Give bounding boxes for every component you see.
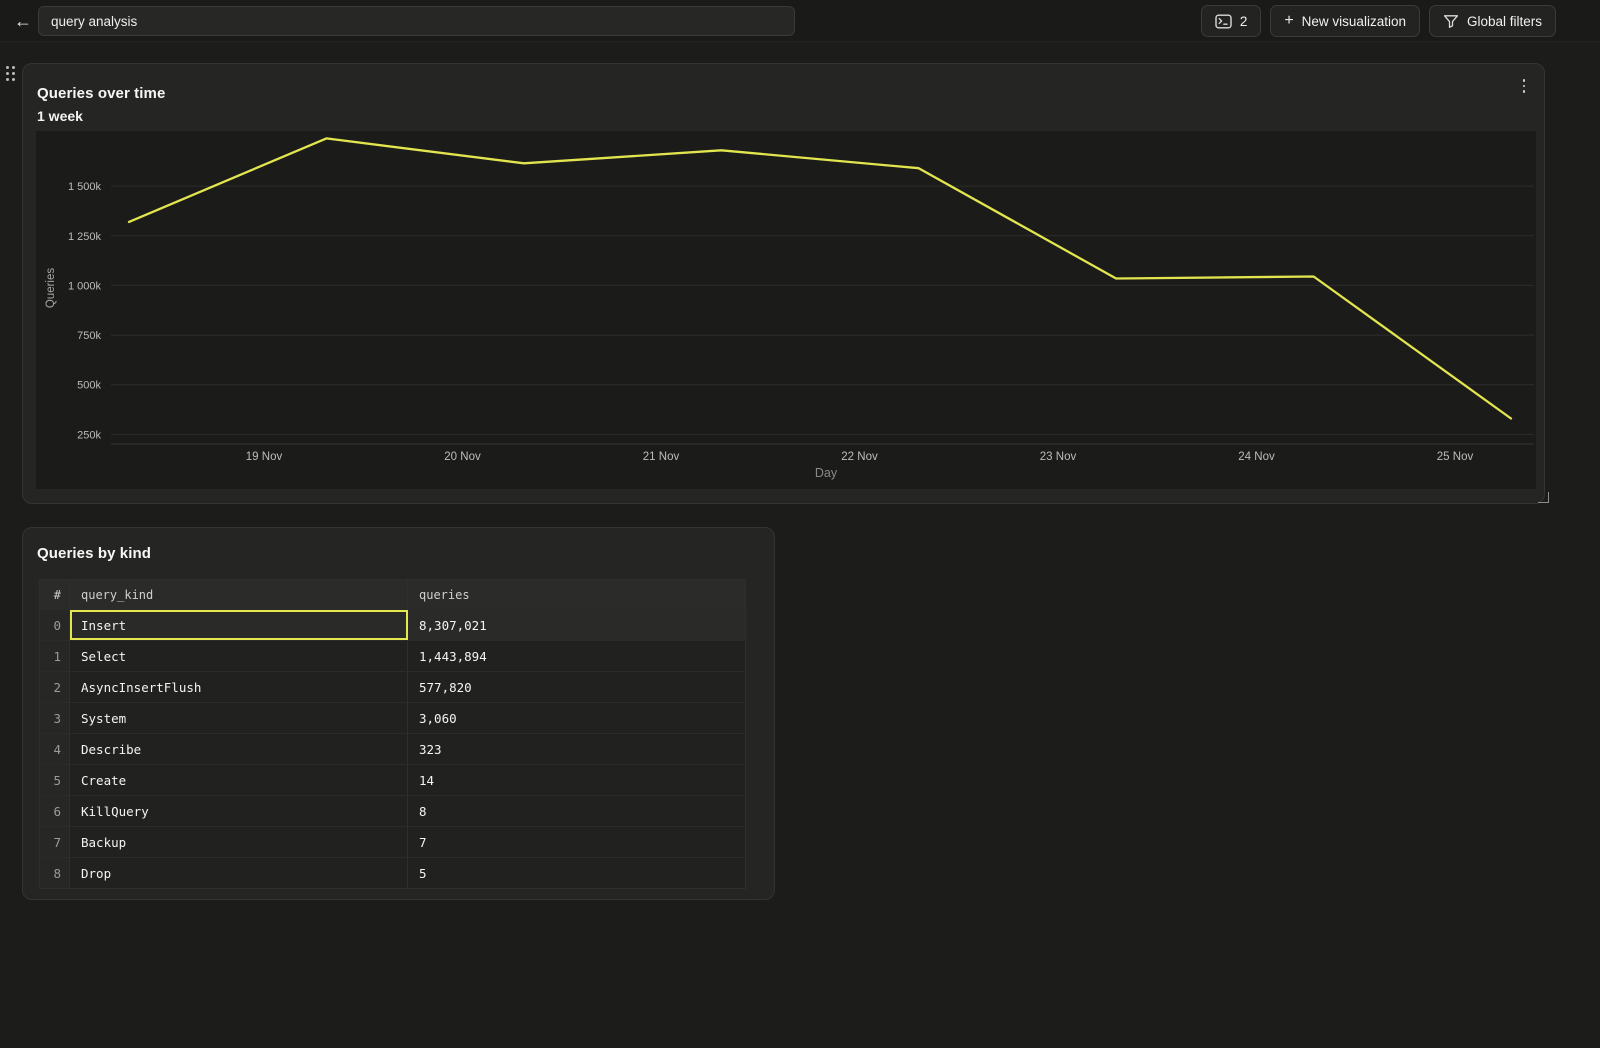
dashboard-title-input[interactable] — [38, 6, 795, 36]
queries-value-cell[interactable]: 5 — [408, 858, 745, 888]
y-tick-label: 500k — [77, 380, 101, 392]
table-row: 8Drop5 — [40, 857, 745, 888]
table-row: 3System3,060 — [40, 702, 745, 733]
queries-value-cell[interactable]: 323 — [408, 734, 745, 764]
x-tick-label: 23 Nov — [1040, 451, 1077, 463]
query-kind-cell[interactable]: System — [70, 703, 408, 733]
table-row: 4Describe323 — [40, 733, 745, 764]
row-index-cell: 8 — [40, 858, 70, 888]
panel-drag-handle-icon[interactable] — [6, 66, 22, 84]
queries-value-cell[interactable]: 3,060 — [408, 703, 745, 733]
global-filters-button[interactable]: Global filters — [1429, 5, 1556, 37]
queries-by-kind-table: #query_kindqueries0Insert8,307,0211Selec… — [39, 579, 746, 889]
row-index-cell: 0 — [40, 610, 70, 640]
row-index-cell: 3 — [40, 703, 70, 733]
new-visualization-button[interactable]: + New visualization — [1270, 5, 1420, 37]
table-row: 6KillQuery8 — [40, 795, 745, 826]
queries-by-kind-panel: Queries by kind #query_kindqueries0Inser… — [22, 527, 775, 900]
query-kind-cell[interactable]: Describe — [70, 734, 408, 764]
table-panel-title: Queries by kind — [37, 545, 151, 562]
query-kind-cell[interactable]: Create — [70, 765, 408, 795]
row-index-cell: 2 — [40, 672, 70, 702]
x-tick-label: 22 Nov — [841, 451, 878, 463]
table-row: 2AsyncInsertFlush577,820 — [40, 671, 745, 702]
table-row: 5Create14 — [40, 764, 745, 795]
queries-value-cell[interactable]: 8,307,021 — [408, 610, 745, 640]
chart-line-queries — [129, 138, 1511, 418]
query-kind-cell[interactable]: Backup — [70, 827, 408, 857]
row-index-cell: 1 — [40, 641, 70, 671]
x-tick-label: 24 Nov — [1238, 451, 1275, 463]
chart-menu-kebab-icon[interactable] — [1517, 78, 1531, 94]
queries-value-cell[interactable]: 7 — [408, 827, 745, 857]
row-index-cell: 5 — [40, 765, 70, 795]
queries-value-cell[interactable]: 8 — [408, 796, 745, 826]
chart-panel-title: Queries over time — [37, 85, 165, 102]
table-row: 0Insert8,307,021 — [40, 609, 745, 640]
topbar-actions: 2 + New visualization Global filters — [1201, 5, 1556, 37]
back-button[interactable]: ← — [10, 9, 36, 33]
query-kind-cell[interactable]: KillQuery — [70, 796, 408, 826]
funnel-icon — [1443, 14, 1459, 29]
column-header-queries: queries — [408, 580, 745, 609]
table-row: 1Select1,443,894 — [40, 640, 745, 671]
arrow-left-icon: ← — [14, 11, 32, 32]
line-chart-svg: 1 500k 1 250k 1 000k 750k 500k 250k 19 Nov 20 N… — [36, 131, 1536, 489]
top-bar: ← 2 + New visualization — [0, 0, 1600, 42]
query-kind-cell[interactable]: Insert — [70, 610, 408, 640]
y-tick-label: 250k — [77, 429, 101, 441]
table-header-row: #query_kindqueries — [40, 580, 745, 609]
column-header-query_kind: query_kind — [70, 580, 408, 609]
row-index-cell: 6 — [40, 796, 70, 826]
y-tick-label: 750k — [77, 330, 101, 342]
terminal-window-icon — [1215, 14, 1232, 29]
queries-value-cell[interactable]: 14 — [408, 765, 745, 795]
y-tick-label: 1 000k — [68, 280, 102, 292]
x-axis-title: Day — [815, 466, 838, 480]
x-tick-label: 25 Nov — [1437, 451, 1474, 463]
x-tick-label: 21 Nov — [643, 451, 680, 463]
queries-value-cell[interactable]: 577,820 — [408, 672, 745, 702]
y-tick-label: 1 250k — [68, 231, 102, 243]
new-visualization-label: New visualization — [1302, 14, 1406, 29]
queries-value-cell[interactable]: 1,443,894 — [408, 641, 745, 671]
query-kind-cell[interactable]: Select — [70, 641, 408, 671]
x-tick-label: 19 Nov — [246, 451, 283, 463]
dashboard-page: ← 2 + New visualization — [0, 0, 1600, 1048]
row-index-cell: 4 — [40, 734, 70, 764]
queries-over-time-chart[interactable]: 1 500k 1 250k 1 000k 750k 500k 250k 19 Nov 20 N… — [36, 131, 1536, 489]
query-kind-cell[interactable]: Drop — [70, 858, 408, 888]
query-kind-cell[interactable]: AsyncInsertFlush — [70, 672, 408, 702]
table-row: 7Backup7 — [40, 826, 745, 857]
column-header-index: # — [40, 580, 70, 609]
y-tick-label: 1 500k — [68, 181, 102, 193]
chart-panel-subtitle: 1 week — [37, 108, 83, 124]
queries-over-time-panel: Queries over time 1 week 1 500k 1 250k 1 0… — [22, 63, 1545, 504]
x-tick-label: 20 Nov — [444, 451, 481, 463]
console-count: 2 — [1240, 14, 1248, 29]
plus-icon: + — [1284, 13, 1293, 29]
panel-resize-handle[interactable] — [1538, 492, 1549, 503]
y-axis-title: Queries — [45, 268, 57, 309]
row-index-cell: 7 — [40, 827, 70, 857]
console-count-button[interactable]: 2 — [1201, 5, 1262, 37]
global-filters-label: Global filters — [1467, 14, 1542, 29]
